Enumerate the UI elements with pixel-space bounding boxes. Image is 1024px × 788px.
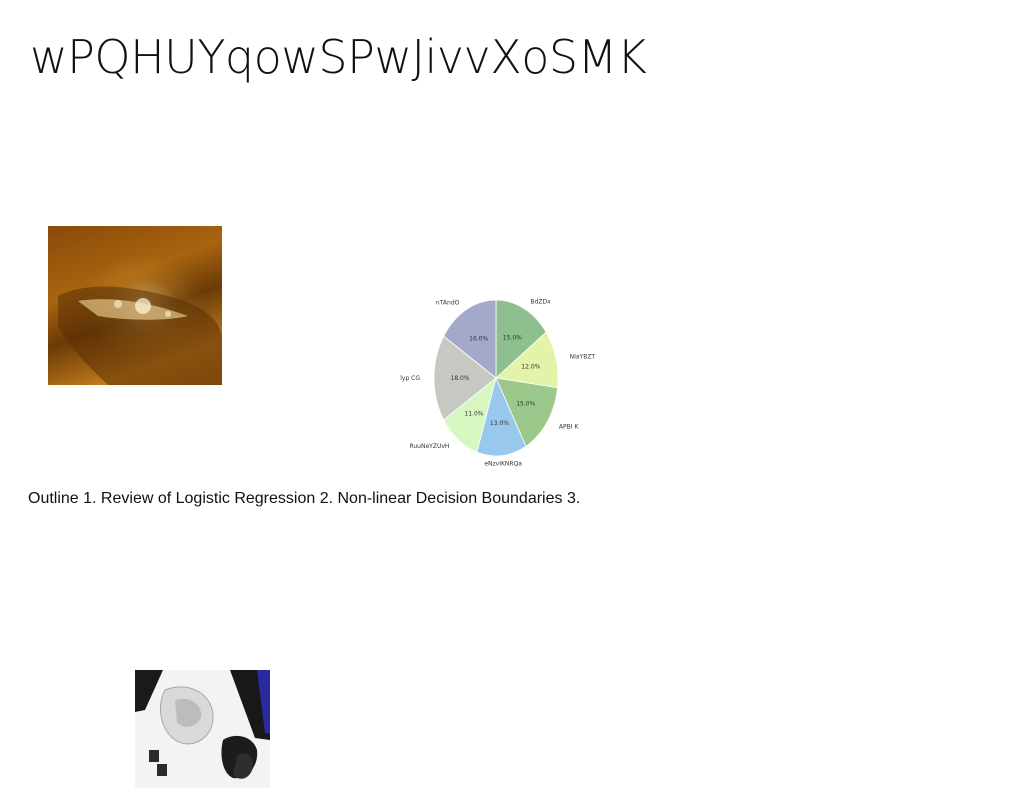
pie-category-label-3: eNzvIKNRQa <box>484 461 522 468</box>
drone-photo-graphic <box>135 670 270 788</box>
pie-percent-label-0: 15.0% <box>503 335 522 342</box>
pie-category-label-0: BdZDx <box>531 298 552 305</box>
pie-category-label-2: APBI K <box>559 423 580 430</box>
pie-category-label-6: nTAndO <box>436 300 460 307</box>
pie-chart: 15.0% BdZDx 12.0% NIaYBZT 15.0% APBI K 13.0% eN… <box>398 292 600 470</box>
drone-photo <box>135 670 270 788</box>
pie-category-label-5: Ilyp CG <box>400 375 420 382</box>
pie-category-label-1: NIaYBZT <box>570 354 596 361</box>
pie-percent-label-1: 12.0% <box>521 364 540 371</box>
pie-percent-label-2: 15.0% <box>516 400 535 407</box>
pie-category-label-4: RuuNeYZUvH <box>409 443 449 450</box>
pie-percent-label-4: 11.0% <box>464 411 483 418</box>
caption-text: Outline 1. Review of Logistic Regression… <box>28 490 581 507</box>
pie-percent-label-6: 16.0% <box>469 335 488 342</box>
pie-percent-label-3: 13.0% <box>490 420 509 427</box>
pie-percent-label-5: 18.0% <box>451 375 470 382</box>
amber-photo <box>48 226 222 385</box>
amber-photo-graphic <box>58 286 222 385</box>
page-title: wPQHUYqowSPwJivvXoSMK <box>30 30 647 84</box>
pie-chart-svg: 15.0% BdZDx 12.0% NIaYBZT 15.0% APBI K 13.0% eN… <box>398 298 596 468</box>
